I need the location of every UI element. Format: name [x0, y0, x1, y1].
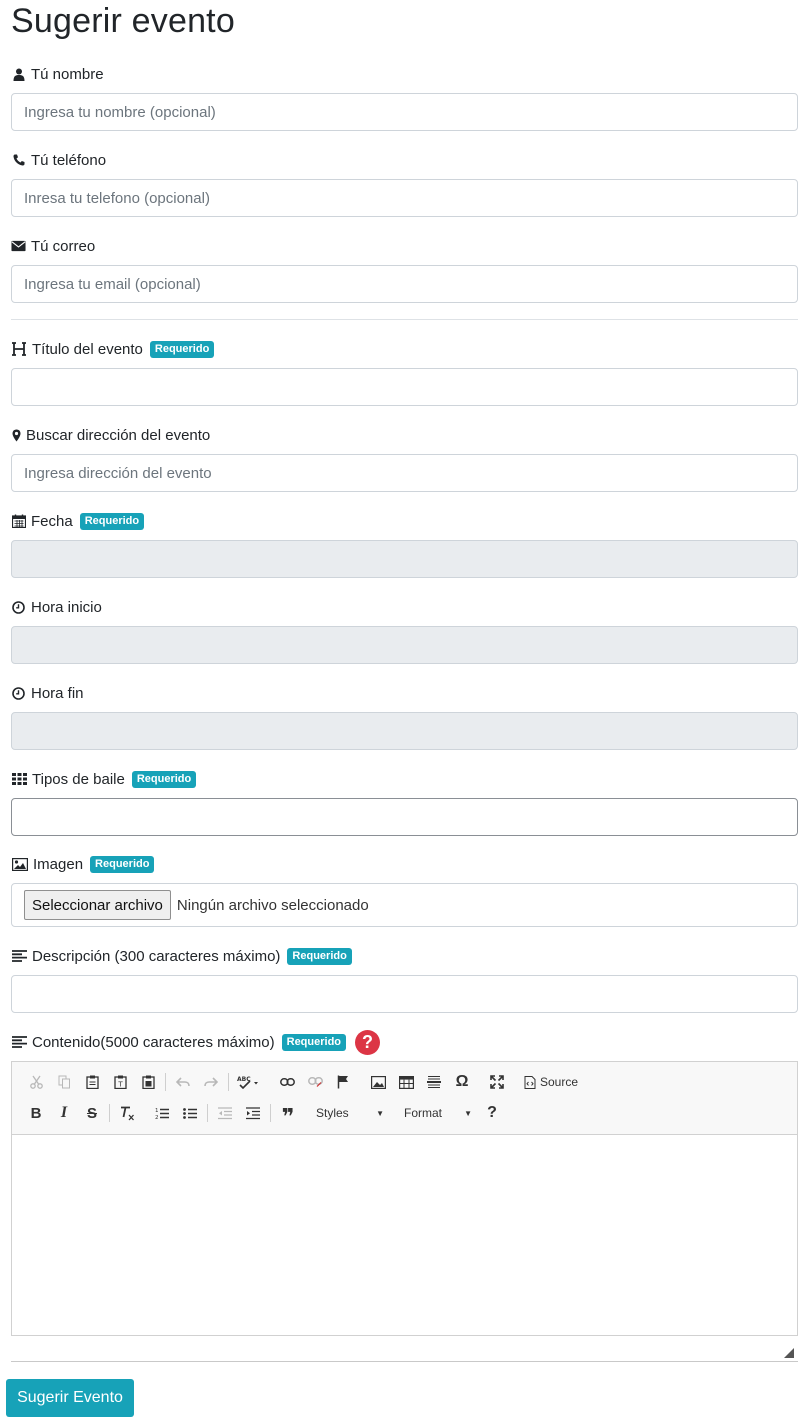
link-icon[interactable] [273, 1070, 301, 1094]
suggest-event-form: Sugerir evento Tú nombre Tú teléfono Tú … [0, 0, 806, 1426]
align-left-icon [11, 949, 27, 964]
horizontal-rule-icon[interactable] [420, 1070, 448, 1094]
dance-types-label: Tipos de baile Requerido [11, 769, 197, 789]
maximize-icon[interactable] [483, 1070, 511, 1094]
submit-event-button[interactable]: Sugerir Evento [6, 1379, 134, 1417]
toolbar-separator [165, 1073, 166, 1091]
caret-down-icon: ▼ [376, 1108, 384, 1118]
file-status: Ningún archivo seleccionado [176, 896, 369, 914]
grid-icon [11, 772, 27, 787]
outdent-icon[interactable] [211, 1101, 239, 1125]
svg-text:1: 1 [155, 1108, 159, 1114]
spellcheck-icon[interactable]: ABC [232, 1070, 266, 1094]
end-time-input[interactable] [11, 712, 798, 750]
email-input[interactable] [11, 265, 798, 303]
svg-text:T: T [117, 1081, 123, 1089]
styles-dropdown[interactable]: Styles ▼ [302, 1106, 390, 1120]
email-label: Tú correo [11, 236, 95, 256]
strike-button[interactable]: S [78, 1101, 106, 1125]
unlink-icon[interactable] [301, 1070, 329, 1094]
cut-icon[interactable] [22, 1070, 50, 1094]
editor-toolbar-row-1: T ABC Ω Source [22, 1069, 584, 1095]
rich-text-editor: T ABC Ω Source B I S 1 2 ❞ Styles ▼ Form… [11, 1061, 798, 1336]
user-icon [11, 67, 26, 82]
caret-down-icon: ▼ [464, 1108, 472, 1118]
image-icon [11, 857, 28, 872]
content-label: Contenido(5000 caracteres máximo) Requer… [11, 1029, 381, 1055]
image-insert-icon[interactable] [364, 1070, 392, 1094]
paste-text-icon[interactable]: T [106, 1070, 134, 1094]
start-time-input[interactable] [11, 626, 798, 664]
toolbar-separator [207, 1104, 208, 1122]
blockquote-icon[interactable]: ❞ [274, 1101, 302, 1129]
address-label: Buscar dirección del evento [11, 425, 210, 445]
description-input[interactable] [11, 975, 798, 1013]
resize-handle-icon[interactable] [783, 1347, 795, 1359]
event-title-label: Título del evento Requerido [11, 339, 215, 359]
required-badge: Requerido [131, 770, 197, 788]
format-dropdown[interactable]: Format ▼ [390, 1106, 478, 1120]
toolbar-gap [514, 1073, 515, 1091]
event-title-input[interactable] [11, 368, 798, 406]
required-badge: Requerido [90, 855, 155, 873]
dance-types-input[interactable] [11, 798, 798, 836]
anchor-flag-icon[interactable] [329, 1070, 357, 1094]
redo-icon[interactable] [197, 1070, 225, 1094]
description-label: Descripción (300 caracteres máximo) Requ… [11, 946, 352, 966]
image-file-input[interactable]: Seleccionar archivo Ningún archivo selec… [11, 883, 798, 927]
divider [11, 319, 798, 320]
toolbar-separator [270, 1104, 271, 1122]
indent-icon[interactable] [239, 1101, 267, 1125]
numbered-list-icon[interactable]: 12 [148, 1101, 176, 1125]
toolbar-separator [109, 1104, 110, 1122]
phone-input[interactable] [11, 179, 798, 217]
image-label: Imagen Requerido [11, 854, 155, 874]
source-button[interactable]: Source [518, 1075, 584, 1089]
clock-icon [11, 600, 26, 615]
paste-word-icon[interactable] [134, 1070, 162, 1094]
editor-content-area[interactable] [12, 1134, 797, 1335]
address-input[interactable] [11, 454, 798, 492]
map-marker-icon [11, 428, 21, 443]
required-badge: Requerido [149, 340, 215, 358]
toolbar-gap [144, 1104, 145, 1122]
bold-button[interactable]: B [22, 1101, 50, 1125]
editor-toolbar-row-2: B I S 12 ❞ Styles ▼ Format ▼ ? [22, 1100, 506, 1129]
table-icon[interactable] [392, 1070, 420, 1094]
required-badge: Requerido [287, 947, 352, 965]
required-badge: Requerido [79, 512, 145, 530]
copy-icon[interactable] [50, 1070, 78, 1094]
name-input[interactable] [11, 93, 798, 131]
help-icon[interactable]: ? [355, 1029, 381, 1055]
svg-text:2: 2 [155, 1115, 159, 1120]
envelope-icon [11, 239, 26, 254]
date-label: Fecha Requerido [11, 511, 145, 531]
page-title: Sugerir evento [11, 2, 235, 40]
editor-help-button[interactable]: ? [478, 1101, 506, 1125]
remove-format-icon[interactable] [113, 1101, 141, 1125]
end-time-label: Hora fin [11, 683, 84, 703]
choose-file-button[interactable]: Seleccionar archivo [24, 890, 171, 920]
paste-icon[interactable] [78, 1070, 106, 1094]
source-icon [524, 1075, 536, 1089]
phone-icon [11, 153, 26, 168]
special-char-icon[interactable]: Ω [448, 1070, 476, 1094]
undo-icon[interactable] [169, 1070, 197, 1094]
start-time-label: Hora inicio [11, 597, 102, 617]
name-label: Tú nombre [11, 64, 104, 84]
phone-label: Tú teléfono [11, 150, 106, 170]
editor-bottom-border [11, 1361, 798, 1362]
heading-icon [11, 342, 27, 357]
calendar-icon [11, 514, 26, 529]
required-badge: Requerido [281, 1033, 347, 1051]
clock-icon [11, 686, 26, 701]
toolbar-gap [479, 1073, 480, 1091]
toolbar-gap [269, 1073, 270, 1091]
toolbar-separator [228, 1073, 229, 1091]
italic-button[interactable]: I [50, 1101, 78, 1125]
align-left-icon [11, 1035, 27, 1050]
toolbar-gap [360, 1073, 361, 1091]
bulleted-list-icon[interactable] [176, 1101, 204, 1125]
date-input[interactable] [11, 540, 798, 578]
